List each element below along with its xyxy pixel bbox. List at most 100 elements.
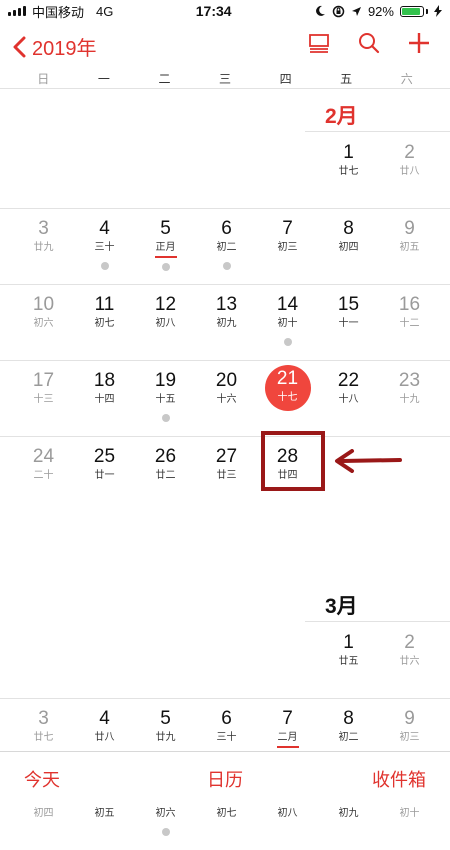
day-number: 9 [404,708,415,729]
today-tab[interactable]: 今天 [24,766,60,792]
day-number: 8 [343,708,354,729]
day-cell[interactable]: 23 十九 [379,360,440,436]
day-cell[interactable]: 2 廿六 [379,622,440,698]
weekday-header: 日一二三四五六 [0,70,450,89]
lunar-date: 初八 [277,808,298,819]
battery-percent: 92% [367,3,394,19]
lunar-date: 三十 [216,732,237,743]
day-number: 25 [93,446,116,467]
lunar-date: 十二 [399,318,420,329]
day-cell[interactable]: 5 正月 [135,208,196,284]
day-cell[interactable]: 19 十五 [135,360,196,436]
lunar-date: 初四 [33,808,54,819]
day-number: 12 [154,294,177,315]
list-view-icon[interactable] [308,32,330,54]
month-label: 2月 [325,105,358,128]
day-cell-today[interactable]: 21 十七 [257,360,318,436]
day-number: 24 [32,446,55,467]
weekday-label: 日 [37,72,50,86]
network-label: 4G [96,3,114,19]
day-cell[interactable]: 14 初十 [257,284,318,360]
day-cell[interactable]: 20 十六 [196,360,257,436]
month-header: 2月 [0,90,450,132]
lunar-date: 廿八 [399,166,420,177]
lunar-date: 十九 [399,394,420,405]
day-number: 5 [160,218,171,239]
carrier-label: 中国移动 [32,4,85,20]
inbox-tab[interactable]: 收件箱 [372,766,426,792]
status-bar: 中国移动 4G 17:34 92% [0,0,450,22]
day-number: 15 [337,294,360,315]
day-cell[interactable]: 7 初三 [257,208,318,284]
add-icon[interactable] [408,32,430,54]
day-number: 8 [343,218,354,239]
lunar-date: 初九 [338,808,359,819]
day-cell[interactable]: 9 初五 [379,208,440,284]
lunar-date: 十一 [338,318,359,329]
lunar-date: 初七 [94,318,115,329]
day-number: 27 [215,446,238,467]
day-cell[interactable]: 13 初九 [196,284,257,360]
day-cell[interactable]: 17 十三 [13,360,74,436]
day-cell[interactable]: 26 廿二 [135,436,196,512]
weekday-label: 三 [219,72,232,86]
day-cell[interactable]: 22 十八 [318,360,379,436]
battery-icon [399,5,428,17]
back-label: 2019年 [32,38,97,60]
month-header: 3月 [0,580,450,622]
back-button[interactable]: 2019年 [12,32,97,61]
event-dot [161,828,170,836]
lunar-date: 廿九 [33,242,54,253]
event-dot [100,262,109,270]
day-cell[interactable]: 1 廿五 [318,622,379,698]
weekday-label: 一 [97,72,110,86]
signal-icon [8,6,26,16]
charging-icon [433,5,442,17]
day-number: 20 [215,370,238,391]
day-cell[interactable]: 27 廿三 [196,436,257,512]
day-number: 19 [154,370,177,391]
day-number: 23 [398,370,421,391]
status-time: 17:34 [195,3,232,19]
lunar-date: 廿七 [33,732,54,743]
day-number: 1 [343,632,354,653]
day-number: 4 [99,708,110,729]
weekday-label: 六 [400,72,413,86]
day-number: 16 [398,294,421,315]
day-cell[interactable]: 24 二十 [13,436,74,512]
day-number: 26 [154,446,177,467]
day-number: 17 [32,370,55,391]
day-cell[interactable]: 6 初二 [196,208,257,284]
arrow-annotation [335,449,402,473]
lunar-date: 初三 [399,732,420,743]
lunar-date: 二十 [33,470,54,481]
day-cell[interactable]: 10 初六 [13,284,74,360]
lunar-date: 廿一 [94,470,115,481]
day-cell[interactable]: 4 三十 [74,208,135,284]
lunar-date: 初六 [33,318,54,329]
day-number: 11 [94,294,115,315]
day-cell[interactable]: 2 廿八 [379,132,440,208]
calendars-tab[interactable]: 日历 [207,766,243,792]
day-number: 3 [38,218,49,239]
day-cell[interactable]: 1 廿七 [318,132,379,208]
day-cell[interactable]: 25 廿一 [74,436,135,512]
location-icon [351,6,361,16]
week-row: 17 十三 18 十四 19 十五 20 十六 21 十七 22 十八 23 十九 [0,360,450,436]
day-cell[interactable]: 8 初四 [318,208,379,284]
day-cell[interactable]: 15 十一 [318,284,379,360]
lunar-date: 初六 [155,808,176,819]
search-icon[interactable] [358,32,380,54]
lunar-month-underline [276,746,299,748]
lunar-date: 十五 [155,394,176,405]
day-cell[interactable]: 16 十二 [379,284,440,360]
weekday-label: 二 [158,72,171,86]
lunar-date: 十四 [94,394,115,405]
day-number: 2 [404,142,415,163]
day-cell[interactable]: 12 初八 [135,284,196,360]
day-cell[interactable]: 18 十四 [74,360,135,436]
day-number: 9 [404,218,415,239]
day-cell[interactable]: 11 初七 [74,284,135,360]
day-cell[interactable]: 3 廿九 [13,208,74,284]
day-number: 7 [282,708,293,729]
